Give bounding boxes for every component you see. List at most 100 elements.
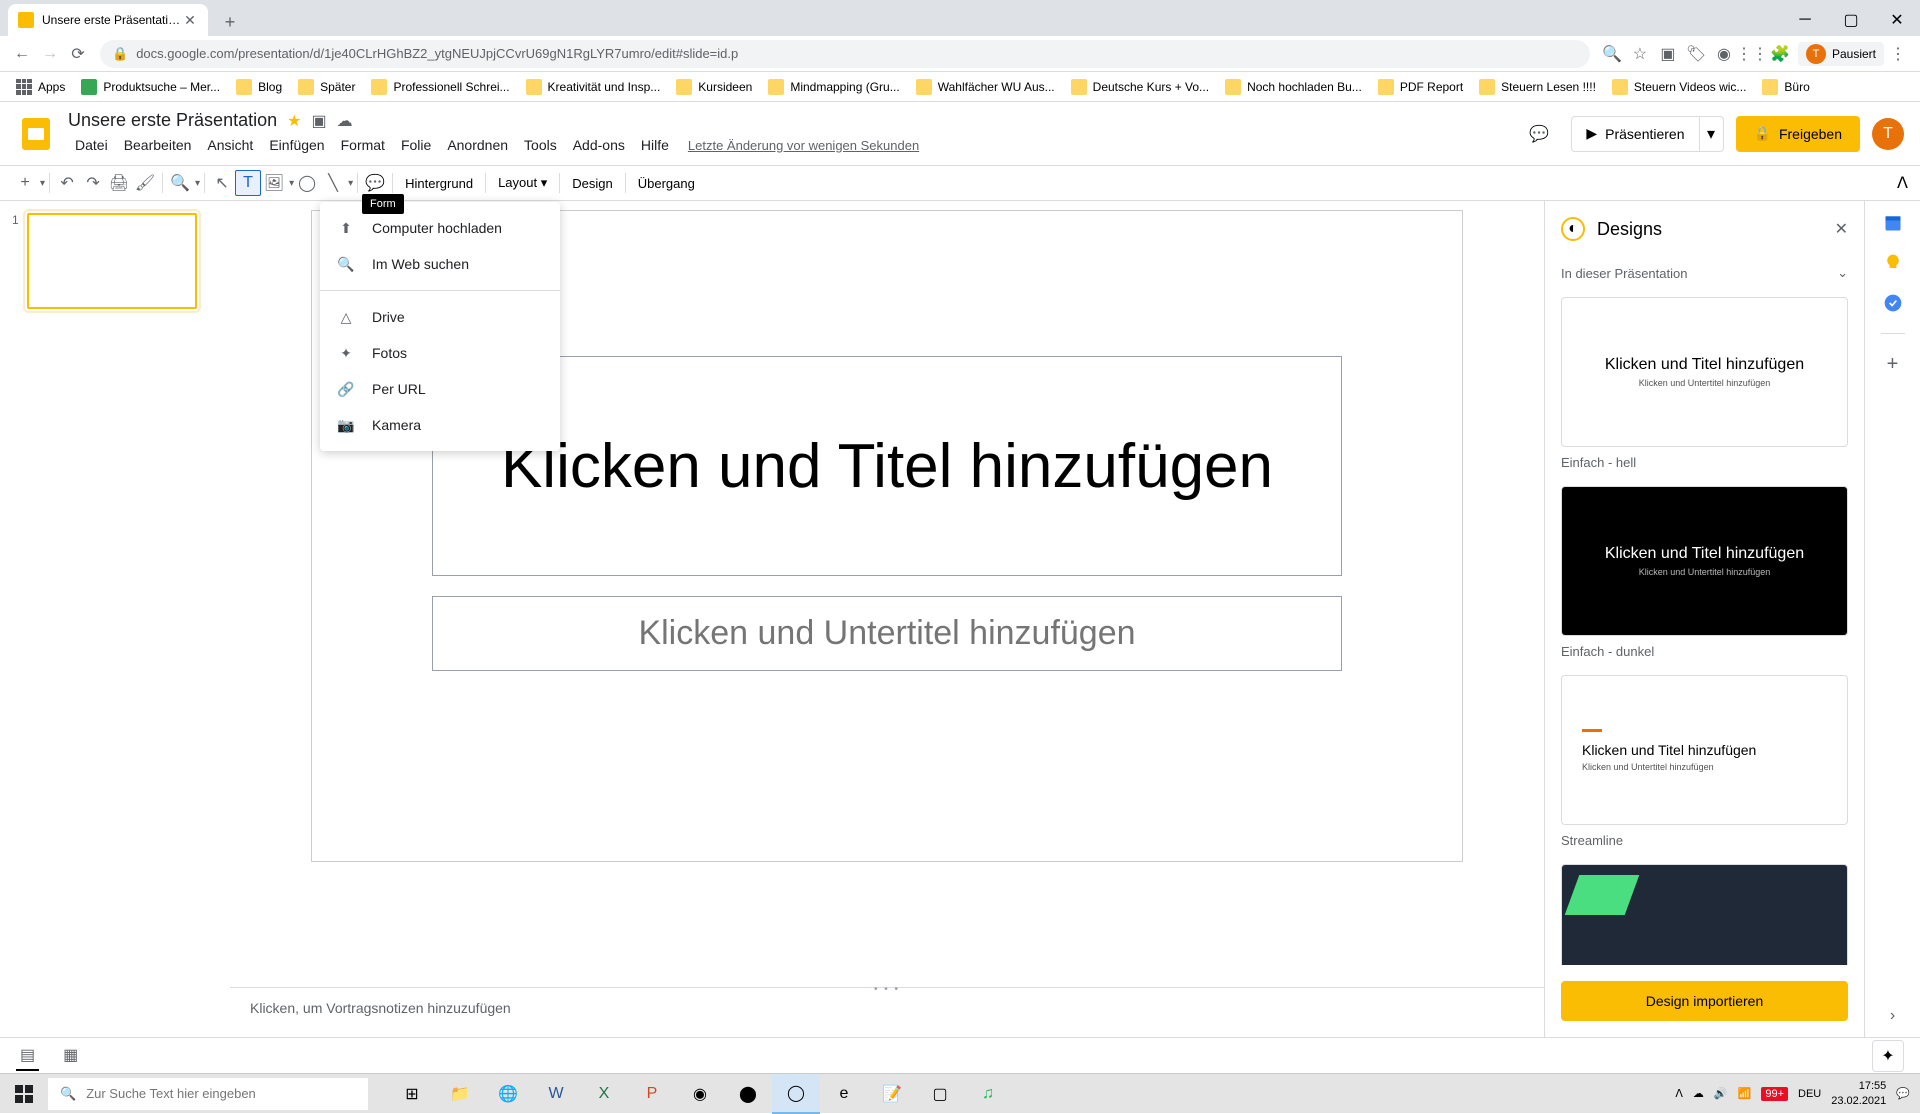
browser-tab[interactable]: Unsere erste Präsentation - Goo... ✕: [8, 4, 208, 36]
select-tool[interactable]: ↖: [209, 170, 235, 196]
bookmark-item[interactable]: Steuern Lesen !!!!: [1471, 75, 1604, 99]
present-dropdown[interactable]: ▾: [1699, 117, 1723, 151]
textbox-tool[interactable]: T: [235, 170, 261, 196]
volume-icon[interactable]: 🔊: [1714, 1087, 1728, 1100]
filmstrip-view-button[interactable]: ▤: [16, 1041, 39, 1071]
bookmark-item[interactable]: Später: [290, 75, 363, 99]
designs-section-toggle[interactable]: In dieser Präsentation ⌄: [1545, 257, 1864, 289]
new-tab-button[interactable]: +: [216, 8, 244, 36]
grid-view-button[interactable]: ▦: [59, 1041, 82, 1071]
tab-close-icon[interactable]: ✕: [182, 12, 198, 28]
menu-addons[interactable]: Add-ons: [566, 133, 632, 157]
menu-help[interactable]: Hilfe: [634, 133, 676, 157]
bookmark-item[interactable]: Produktsuche – Mer...: [73, 75, 228, 99]
menu-view[interactable]: Ansicht: [200, 133, 260, 157]
url-input[interactable]: 🔒 docs.google.com/presentation/d/1je40CL…: [100, 40, 1590, 68]
menu-insert[interactable]: Einfügen: [262, 133, 331, 157]
notification-badge[interactable]: 99+: [1761, 1087, 1788, 1101]
collapse-rail-icon[interactable]: ›: [1890, 1007, 1895, 1025]
extension-icon-2[interactable]: 🏷: [1684, 42, 1708, 66]
image-tool[interactable]: 🖼: [261, 170, 287, 196]
windows-search[interactable]: 🔍 Zur Suche Text hier eingeben: [48, 1078, 368, 1110]
tasks-icon[interactable]: [1883, 293, 1903, 313]
bookmark-item[interactable]: Kreativität und Insp...: [518, 75, 669, 99]
title-placeholder[interactable]: Klicken und Titel hinzufügen: [432, 356, 1342, 576]
slide-thumbnail-wrap[interactable]: 1: [12, 213, 218, 309]
bookmark-item[interactable]: Blog: [228, 75, 290, 99]
extensions-icon[interactable]: 🧩: [1768, 42, 1792, 66]
share-button[interactable]: 🔒 Freigeben: [1736, 116, 1860, 152]
menu-edit[interactable]: Bearbeiten: [117, 133, 199, 157]
profile-badge[interactable]: T Pausiert: [1798, 42, 1884, 66]
background-button[interactable]: Hintergrund: [397, 176, 481, 191]
dropdown-photos[interactable]: ✦Fotos: [320, 335, 560, 371]
line-tool[interactable]: ╲: [320, 170, 346, 196]
zoom-dropdown[interactable]: ▾: [195, 178, 200, 189]
star-icon[interactable]: ★: [287, 111, 301, 131]
slide-thumbnail[interactable]: [27, 213, 197, 309]
paint-format-button[interactable]: 🖌: [132, 170, 158, 196]
close-panel-icon[interactable]: ✕: [1835, 219, 1848, 239]
transition-button[interactable]: Übergang: [630, 176, 703, 191]
bookmark-item[interactable]: Mindmapping (Gru...: [760, 75, 907, 99]
theme-card-light[interactable]: Klicken und Titel hinzufügen Klicken und…: [1561, 297, 1848, 447]
shape-tool[interactable]: ◯: [294, 170, 320, 196]
calendar-icon[interactable]: [1883, 213, 1903, 233]
back-button[interactable]: ←: [8, 40, 36, 68]
document-title[interactable]: Unsere erste Präsentation: [68, 110, 277, 131]
present-button[interactable]: ▶ Präsentieren: [1572, 125, 1698, 142]
dropdown-camera[interactable]: 📷Kamera: [320, 407, 560, 443]
bookmark-item[interactable]: Deutsche Kurs + Vo...: [1063, 75, 1217, 99]
dropdown-upload[interactable]: ⬆Computer hochladen: [320, 210, 560, 246]
zoom-icon[interactable]: 🔍: [1600, 42, 1624, 66]
move-icon[interactable]: ▣: [311, 111, 326, 131]
import-design-button[interactable]: Design importieren: [1561, 981, 1848, 1021]
bookmark-item[interactable]: Professionell Schrei...: [363, 75, 517, 99]
onedrive-icon[interactable]: ☁: [1693, 1087, 1704, 1100]
user-avatar[interactable]: T: [1872, 118, 1904, 150]
theme-card-streamline[interactable]: Klicken und Titel hinzufügen Klicken und…: [1561, 675, 1848, 825]
clock[interactable]: 17:55 23.02.2021: [1831, 1079, 1886, 1108]
new-slide-button[interactable]: +: [12, 170, 38, 196]
add-addon-icon[interactable]: +: [1883, 354, 1903, 374]
dropdown-drive[interactable]: △Drive: [320, 299, 560, 335]
tray-expand-icon[interactable]: ᐱ: [1675, 1087, 1683, 1100]
bookmark-item[interactable]: Wahlfächer WU Aus...: [908, 75, 1063, 99]
forward-button[interactable]: →: [36, 40, 64, 68]
star-icon[interactable]: ☆: [1628, 42, 1652, 66]
close-window-button[interactable]: ✕: [1874, 4, 1920, 36]
undo-button[interactable]: ↶: [54, 170, 80, 196]
design-button[interactable]: Design: [564, 176, 620, 191]
notifications-icon[interactable]: 💬: [1896, 1087, 1910, 1100]
maximize-button[interactable]: ▢: [1828, 4, 1874, 36]
bookmark-item[interactable]: Büro: [1754, 75, 1817, 99]
bookmark-item[interactable]: Noch hochladen Bu...: [1217, 75, 1370, 99]
comments-button[interactable]: 💬: [1519, 114, 1559, 154]
comment-button[interactable]: 💬: [362, 170, 388, 196]
speaker-notes[interactable]: • • • Klicken, um Vortragsnotizen hinzuz…: [230, 987, 1544, 1037]
theme-card-focus[interactable]: Klicken und Titel hinzufügen: [1561, 864, 1848, 965]
bookmark-item[interactable]: PDF Report: [1370, 75, 1471, 99]
bookmark-item[interactable]: Kursideen: [668, 75, 760, 99]
apps-button[interactable]: Apps: [8, 75, 73, 99]
line-dropdown[interactable]: ▾: [348, 178, 353, 189]
menu-slide[interactable]: Folie: [394, 133, 438, 157]
zoom-button[interactable]: 🔍: [167, 170, 193, 196]
theme-card-dark[interactable]: Klicken und Titel hinzufügen Klicken und…: [1561, 486, 1848, 636]
chrome-menu-icon[interactable]: ⋮: [1886, 42, 1910, 66]
new-slide-dropdown[interactable]: ▾: [40, 178, 45, 189]
last-edit-info[interactable]: Letzte Änderung vor wenigen Sekunden: [688, 138, 919, 153]
bookmark-item[interactable]: Steuern Videos wic...: [1604, 75, 1755, 99]
layout-button[interactable]: Layout ▾: [490, 175, 555, 191]
collapse-toolbar-icon[interactable]: ᐱ: [1897, 173, 1908, 193]
menu-tools[interactable]: Tools: [517, 133, 564, 157]
notes-resize-handle[interactable]: • • •: [874, 984, 900, 995]
keep-icon[interactable]: [1883, 253, 1903, 273]
wifi-icon[interactable]: 📶: [1738, 1087, 1752, 1100]
extension-icon-3[interactable]: ◉: [1712, 42, 1736, 66]
subtitle-placeholder[interactable]: Klicken und Untertitel hinzufügen: [432, 596, 1342, 671]
language-indicator[interactable]: DEU: [1798, 1088, 1821, 1100]
extension-icon-1[interactable]: ▣: [1656, 42, 1680, 66]
menu-format[interactable]: Format: [334, 133, 392, 157]
redo-button[interactable]: ↷: [80, 170, 106, 196]
